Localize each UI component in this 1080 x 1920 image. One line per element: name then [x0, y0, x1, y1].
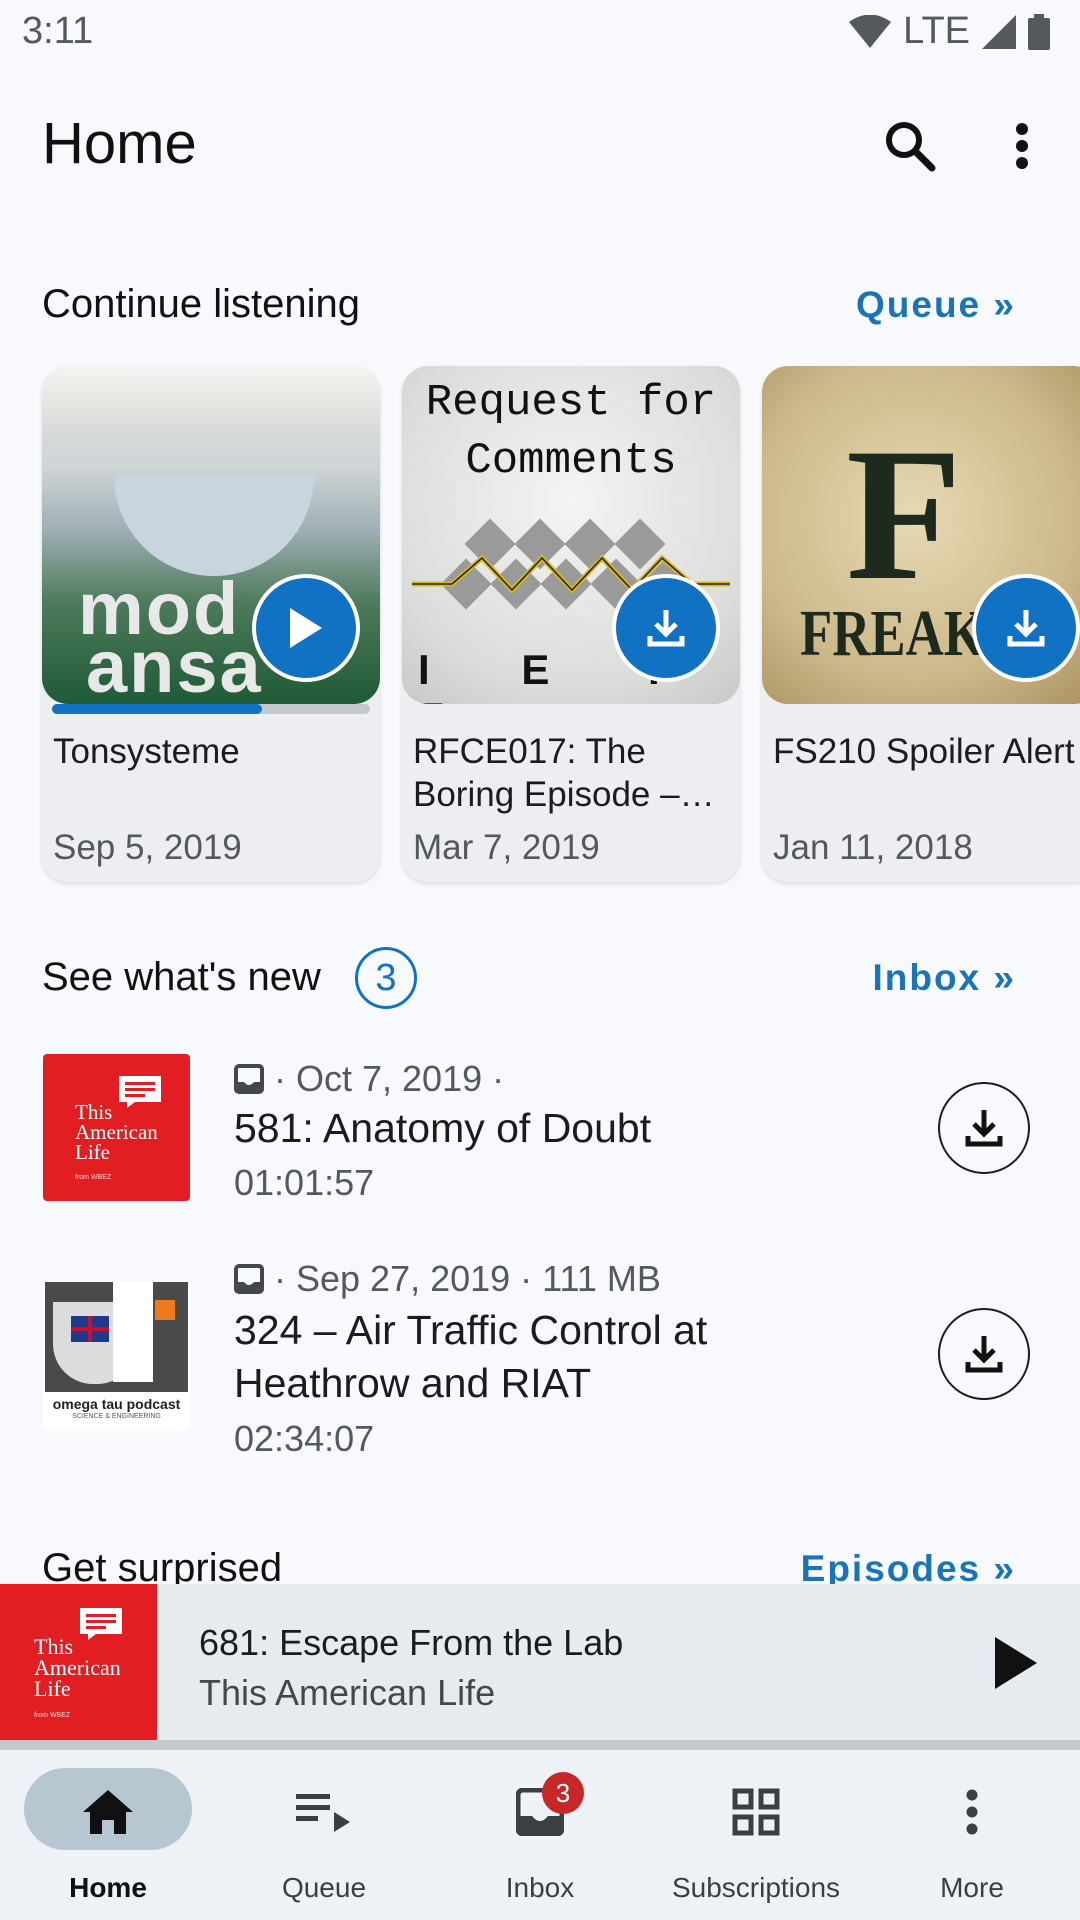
- logo-text: omega tau podcast: [52, 1396, 181, 1412]
- play-button[interactable]: [252, 574, 360, 682]
- nav-more[interactable]: More: [864, 1750, 1080, 1920]
- nav-label: Inbox: [505, 1872, 575, 1903]
- download-button[interactable]: [938, 1082, 1030, 1174]
- signal-icon: [982, 14, 1016, 49]
- download-button[interactable]: [972, 574, 1080, 682]
- download-icon: [1007, 610, 1045, 647]
- download-button[interactable]: [612, 574, 720, 682]
- mini-player-artwork: This American Life from WBEZ: [0, 1584, 157, 1740]
- download-icon: [965, 1110, 1003, 1147]
- episode-meta: · Sep 27, 2019 · 111 MB: [234, 1258, 661, 1300]
- nav-label: More: [940, 1872, 1004, 1903]
- episode-title: 324 – Air Traffic Control at Heathrow an…: [234, 1307, 708, 1406]
- get-surprised-title: Get surprised: [42, 1546, 283, 1584]
- card-date: Mar 7, 2019: [413, 828, 600, 867]
- search-button[interactable]: [880, 116, 940, 176]
- inbox-icon: [234, 1064, 264, 1094]
- artwork-text: Comments: [465, 436, 677, 486]
- episode-card[interactable]: Request for Comments I E T F RFCE017: Th…: [402, 366, 740, 882]
- status-icons: LTE: [849, 10, 1050, 53]
- episodes-link[interactable]: Episodes »: [801, 1548, 1016, 1584]
- episode-meta: · Oct 7, 2019 ·: [234, 1058, 504, 1100]
- new-count-badge: 3: [355, 947, 417, 1009]
- logo-text: This American Life: [34, 1634, 121, 1701]
- list-item[interactable]: This American Life from WBEZ · Oct 7, 20…: [0, 1050, 1080, 1210]
- episode-duration: 02:34:07: [234, 1418, 375, 1459]
- card-title: RFCE017: The Boring Episode –…: [413, 732, 715, 814]
- download-icon: [647, 610, 685, 647]
- nav-inbox[interactable]: 3 Inbox: [432, 1750, 648, 1920]
- queue-link[interactable]: Queue »: [856, 284, 1016, 326]
- download-icon: [965, 1336, 1003, 1373]
- inbox-badge: 3: [542, 1772, 584, 1814]
- whats-new-title: See what's new: [42, 955, 321, 999]
- mini-player-podcast: This American Life: [199, 1672, 496, 1713]
- episode-meta-text: · Oct 7, 2019 ·: [274, 1058, 505, 1099]
- card-date: Sep 5, 2019: [53, 828, 242, 867]
- download-button[interactable]: [938, 1308, 1030, 1400]
- nav-label: Home: [69, 1872, 147, 1903]
- progress-fill: [52, 704, 262, 714]
- card-title: FS210 Spoiler Alert: [773, 732, 1075, 771]
- more-vert-icon: [924, 1780, 1020, 1844]
- logo-subtext: SCIENCE & ENGINEERING: [72, 1413, 161, 1420]
- logo-subtext: from WBEZ: [75, 1174, 112, 1181]
- episode-card[interactable]: F FREAKS FS210 Spoiler Alert Jan 11, 201…: [762, 366, 1080, 882]
- nav-queue[interactable]: Queue: [216, 1750, 432, 1920]
- inbox-link[interactable]: Inbox »: [872, 957, 1016, 999]
- mini-player-title: 681: Escape From the Lab: [199, 1622, 624, 1663]
- episode-meta-text: · Sep 27, 2019 · 111 MB: [274, 1258, 661, 1299]
- bottom-nav: Home Queue 3 Inbox Subscriptions More: [0, 1750, 1080, 1920]
- more-vert-icon: [1016, 123, 1028, 169]
- card-date: Jan 11, 2018: [773, 828, 973, 867]
- page-title: Home: [42, 111, 197, 176]
- logo-subtext: from WBEZ: [34, 1712, 71, 1719]
- progress-track: [52, 704, 370, 714]
- nav-home[interactable]: Home: [0, 1750, 216, 1920]
- nav-label: Subscriptions: [671, 1872, 841, 1903]
- artwork-text: ansa: [86, 625, 263, 704]
- list-item[interactable]: omega tau podcast SCIENCE & ENGINEERING …: [0, 1252, 1080, 1462]
- nav-subscriptions[interactable]: Subscriptions: [648, 1750, 864, 1920]
- inbox-icon: [234, 1264, 264, 1294]
- wifi-icon: [849, 14, 892, 48]
- episode-card[interactable]: mod ansa Tonsysteme Sep 5, 2019: [42, 366, 380, 882]
- artwork-text: F: [846, 410, 963, 620]
- search-icon: [886, 122, 936, 172]
- play-icon: [995, 1637, 1037, 1689]
- episode-duration: 01:01:57: [234, 1162, 375, 1203]
- artwork-text: Request for: [425, 378, 717, 428]
- nav-label: Queue: [281, 1872, 367, 1903]
- queue-icon: [276, 1780, 372, 1844]
- continue-listening-title: Continue listening: [42, 282, 360, 326]
- grid-icon: [708, 1780, 804, 1844]
- network-label: LTE: [903, 10, 970, 52]
- play-icon: [290, 608, 322, 648]
- home-icon: [60, 1780, 156, 1844]
- mini-player-progress: [0, 1740, 1080, 1750]
- podcast-logo: This American Life from WBEZ: [43, 1054, 190, 1201]
- card-title: Tonsysteme: [53, 732, 240, 771]
- overflow-menu-button[interactable]: [1000, 116, 1044, 176]
- get-surprised-header: Get surprised Episodes »: [0, 1540, 1080, 1584]
- podcast-logo: omega tau podcast SCIENCE & ENGINEERING: [43, 1282, 190, 1429]
- logo-text: This American Life: [75, 1100, 158, 1164]
- episode-title: 581: Anatomy of Doubt: [234, 1105, 652, 1151]
- mini-player-play-button[interactable]: [980, 1628, 1050, 1698]
- battery-icon: [1028, 13, 1050, 50]
- mini-player[interactable]: This American Life from WBEZ 681: Escape…: [0, 1584, 1080, 1744]
- status-time: 3:11: [22, 10, 94, 52]
